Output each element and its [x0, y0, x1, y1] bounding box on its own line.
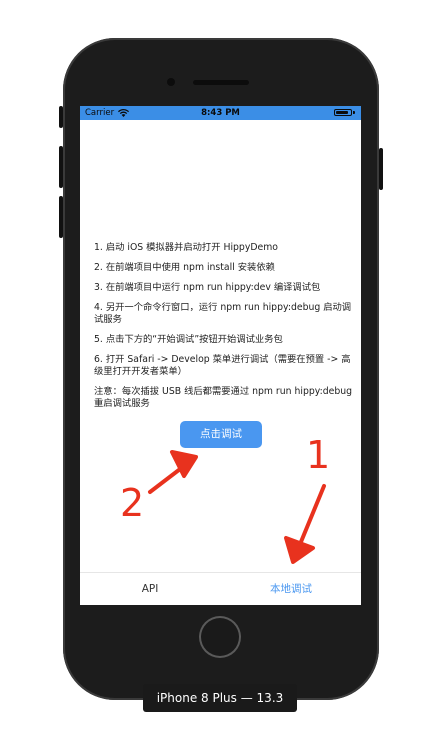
battery-outline	[334, 109, 352, 116]
battery-fill	[336, 111, 348, 114]
tab-bar: API 本地调试	[80, 572, 361, 605]
power-button	[379, 148, 383, 190]
front-camera-icon	[167, 78, 175, 86]
home-button[interactable]	[199, 616, 241, 658]
instruction-note: 注意：每次插拔 USB 线后都需要通过 npm run hippy:debug …	[94, 386, 353, 409]
earpiece-speaker	[193, 80, 249, 85]
instruction-step-1: 1. 启动 iOS 模拟器并启动打开 HippyDemo	[94, 242, 278, 253]
battery-icon	[334, 109, 356, 117]
device-label: iPhone 8 Plus — 13.3	[143, 684, 297, 712]
instruction-step-6: 6. 打开 Safari -> Develop 菜单进行调试（需要在预置 -> …	[94, 354, 351, 377]
debug-instructions: 1. 启动 iOS 模拟器并启动打开 HippyDemo 2. 在前端项目中使用…	[94, 242, 354, 418]
status-bar-time: 8:43 PM	[201, 108, 240, 118]
battery-tip	[353, 111, 355, 114]
start-debug-button[interactable]: 点击调试	[180, 421, 262, 448]
mute-switch	[59, 106, 63, 128]
app-screen: Carrier 8:43 PM 1. 启动 iOS 模拟器并启动打开 Hippy…	[80, 106, 361, 605]
instruction-step-4: 4. 另开一个命令行窗口，运行 npm run hippy:debug 启动调试…	[94, 302, 352, 325]
status-bar: Carrier 8:43 PM	[80, 106, 361, 120]
tab-local-debug[interactable]: 本地调试	[221, 573, 361, 605]
volume-up-button	[59, 146, 63, 188]
simulator-canvas: Carrier 8:43 PM 1. 启动 iOS 模拟器并启动打开 Hippy…	[0, 0, 442, 748]
instruction-step-3: 3. 在前端项目中运行 npm run hippy:dev 编译调试包	[94, 282, 321, 293]
instruction-step-2: 2. 在前端项目中使用 npm install 安装依赖	[94, 262, 275, 273]
tab-api[interactable]: API	[80, 573, 220, 605]
volume-down-button	[59, 196, 63, 238]
instruction-step-5: 5. 点击下方的“开始调试”按钮开始调试业务包	[94, 334, 283, 345]
